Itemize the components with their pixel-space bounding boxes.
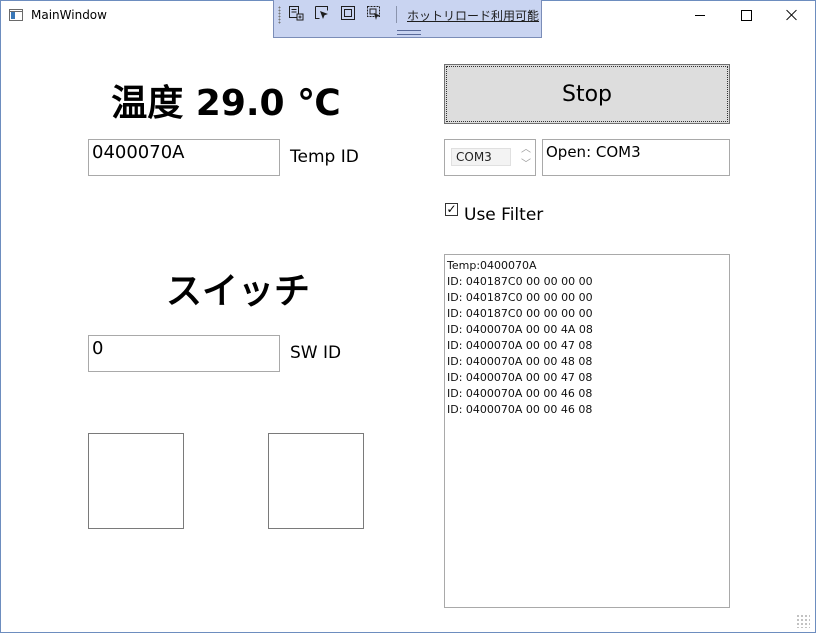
close-button[interactable] bbox=[769, 0, 815, 30]
log-line: ID: 040187C0 00 00 00 00 bbox=[447, 275, 593, 288]
log-line: ID: 040187C0 00 00 00 00 bbox=[447, 307, 593, 320]
log-line: ID: 0400070A 00 00 47 08 bbox=[447, 371, 593, 384]
toolbar-separator bbox=[396, 6, 397, 23]
log-line: ID: 040187C0 00 00 00 00 bbox=[447, 291, 593, 304]
use-filter-label[interactable]: Use Filter bbox=[464, 205, 543, 225]
select-element-icon[interactable] bbox=[313, 5, 331, 23]
display-layout-adorners-icon[interactable] bbox=[339, 5, 357, 23]
window-title: MainWindow bbox=[31, 8, 107, 22]
log-line: ID: 0400070A 00 00 4A 08 bbox=[447, 323, 593, 336]
track-focused-element-icon[interactable] bbox=[365, 5, 383, 23]
resize-grip[interactable] bbox=[796, 614, 810, 628]
toolbar-grip-handle[interactable] bbox=[278, 6, 281, 24]
toolbar-drag-indicator bbox=[397, 30, 421, 35]
switch-indicator-2 bbox=[268, 433, 364, 529]
chevron-down-icon[interactable]: ﹀ bbox=[519, 158, 533, 172]
log-output[interactable]: Temp:0400070A ID: 040187C0 00 00 00 00 I… bbox=[444, 254, 730, 608]
close-icon bbox=[786, 9, 798, 21]
minimize-icon bbox=[695, 14, 705, 16]
hot-reload-toolbar: ホットリロード利用可能 ‹ bbox=[273, 0, 542, 38]
live-visual-tree-icon[interactable] bbox=[287, 5, 305, 23]
temp-id-label: Temp ID bbox=[290, 147, 359, 167]
temperature-heading: 温度 29.0 ℃ bbox=[111, 83, 341, 124]
switch-indicator-1 bbox=[88, 433, 184, 529]
log-line: ID: 0400070A 00 00 48 08 bbox=[447, 355, 593, 368]
sw-id-label: SW ID bbox=[290, 343, 342, 363]
collapse-toolbar-icon[interactable]: ‹ bbox=[528, 5, 534, 21]
maximize-icon bbox=[740, 9, 752, 21]
hot-reload-status-link[interactable]: ホットリロード利用可能 bbox=[407, 7, 539, 24]
use-filter-checkbox[interactable]: ✓ bbox=[445, 203, 458, 216]
log-line: ID: 0400070A 00 00 46 08 bbox=[447, 387, 593, 400]
log-line: Temp:0400070A bbox=[447, 259, 537, 272]
app-window-icon bbox=[9, 9, 23, 21]
temp-id-input[interactable]: 0400070A bbox=[88, 139, 280, 176]
connection-status-field[interactable]: Open: COM3 bbox=[542, 139, 730, 176]
com-port-spinner[interactable]: COM3 ︿ ﹀ bbox=[444, 139, 536, 176]
chevron-up-icon[interactable]: ︿ bbox=[519, 143, 533, 157]
minimize-button[interactable] bbox=[677, 0, 723, 30]
stop-button[interactable]: Stop bbox=[444, 64, 730, 124]
switch-heading: スイッチ bbox=[165, 271, 310, 312]
maximize-button[interactable] bbox=[723, 0, 769, 30]
log-line: ID: 0400070A 00 00 46 08 bbox=[447, 403, 593, 416]
log-line: ID: 0400070A 00 00 47 08 bbox=[447, 339, 593, 352]
sw-id-input[interactable]: 0 bbox=[88, 335, 280, 372]
com-port-value[interactable]: COM3 bbox=[451, 148, 511, 166]
